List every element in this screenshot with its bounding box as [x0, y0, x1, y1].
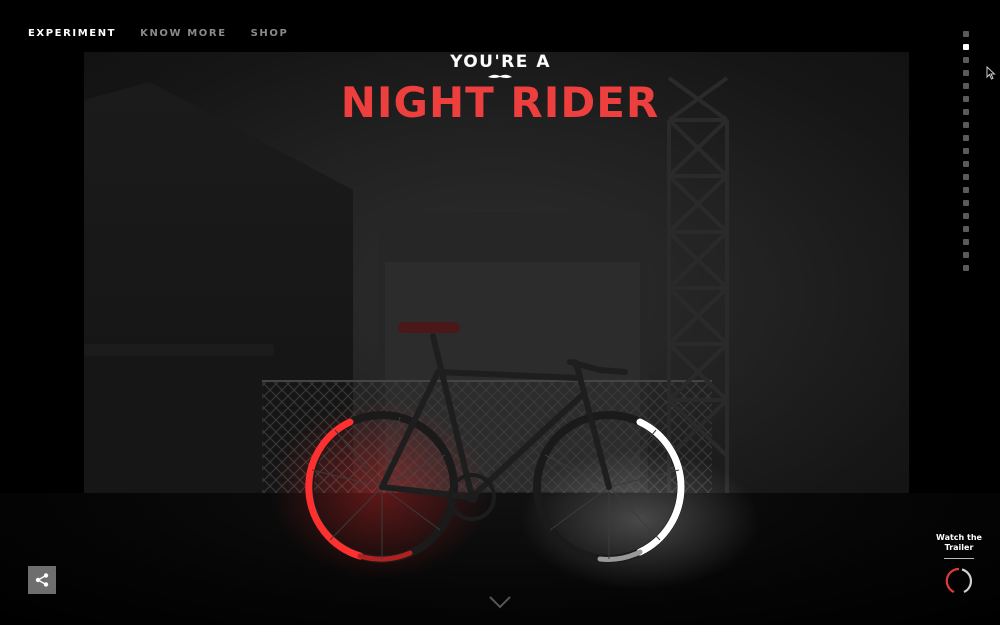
play-ring-icon — [945, 567, 973, 594]
dumpster — [84, 348, 272, 493]
chevron-down-icon — [489, 596, 511, 609]
section-dot[interactable] — [963, 109, 969, 115]
headline-title: NIGHT RIDER — [340, 78, 660, 127]
section-dot[interactable] — [963, 135, 969, 141]
section-dot[interactable] — [963, 174, 969, 180]
share-icon — [35, 573, 49, 587]
section-dot[interactable] — [963, 187, 969, 193]
watch-trailer-button[interactable]: Watch the Trailer — [930, 533, 988, 599]
section-dot[interactable] — [963, 226, 969, 232]
nav-know-more[interactable]: KNOW MORE — [140, 28, 227, 39]
mouse-cursor-icon — [986, 66, 996, 80]
section-dot[interactable] — [963, 96, 969, 102]
headline-subtitle: YOU'RE A — [449, 52, 551, 72]
headline: YOU'RE A NIGHT RIDER — [0, 52, 1000, 124]
trailer-label-line2: Trailer — [944, 543, 974, 552]
section-dot[interactable] — [963, 83, 969, 89]
scroll-down-button[interactable] — [488, 594, 512, 613]
section-dot[interactable] — [963, 213, 969, 219]
section-dot[interactable] — [963, 44, 969, 50]
section-dot[interactable] — [963, 70, 969, 76]
section-dot[interactable] — [963, 239, 969, 245]
section-dot[interactable] — [963, 265, 969, 271]
section-dot[interactable] — [963, 200, 969, 206]
share-button[interactable] — [28, 566, 56, 594]
nav-shop[interactable]: SHOP — [251, 28, 289, 39]
section-dot[interactable] — [963, 57, 969, 63]
section-dot[interactable] — [963, 161, 969, 167]
section-dot[interactable] — [963, 122, 969, 128]
nav-experiment[interactable]: EXPERIMENT — [28, 28, 116, 39]
section-dot[interactable] — [963, 148, 969, 154]
section-dot[interactable] — [963, 252, 969, 258]
trailer-divider — [944, 558, 974, 559]
section-dot[interactable] — [963, 31, 969, 37]
section-dots — [963, 31, 969, 271]
top-nav: EXPERIMENT KNOW MORE SHOP — [28, 28, 288, 39]
trailer-label-line1: Watch the — [936, 533, 982, 542]
